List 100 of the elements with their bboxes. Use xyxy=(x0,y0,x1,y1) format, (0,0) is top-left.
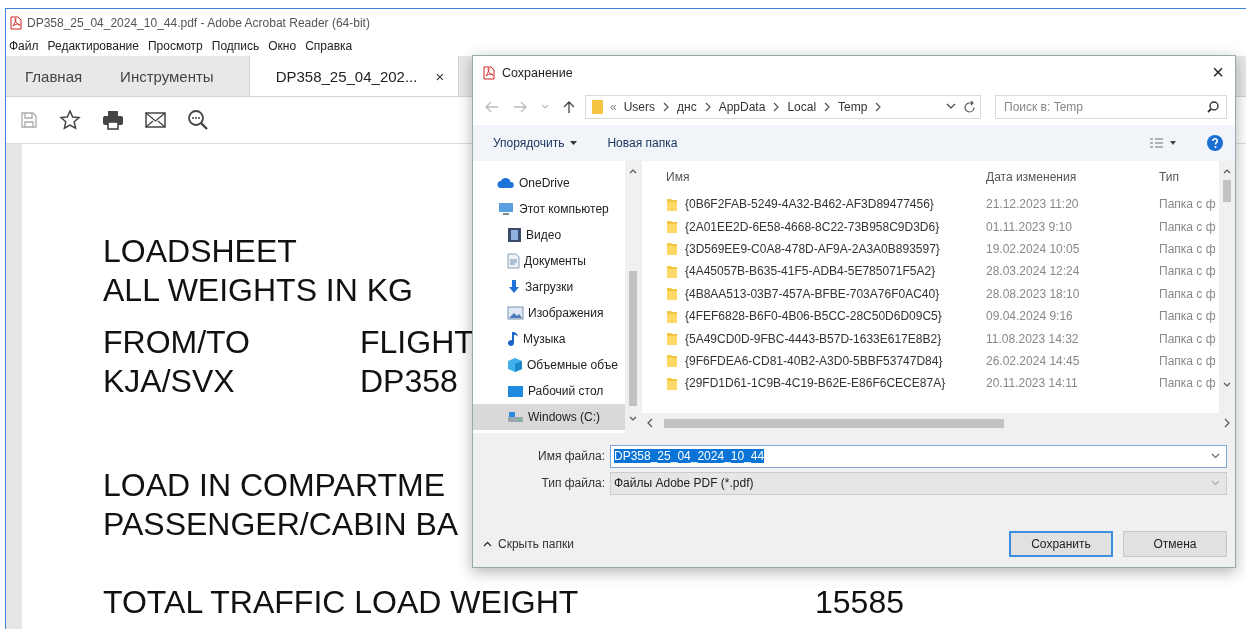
close-button[interactable]: × xyxy=(1201,56,1235,89)
menu-item[interactable]: Окно xyxy=(268,39,297,53)
folder-icon xyxy=(666,332,678,346)
document-text: ALL WEIGHTS IN KG xyxy=(103,271,413,310)
sidebar-item[interactable]: OneDrive xyxy=(473,170,625,196)
table-cell-text: 11.08.2023 14:32 xyxy=(986,331,1080,346)
new-folder-button[interactable]: Новая папка xyxy=(607,136,678,150)
menu-item[interactable]: Файл xyxy=(9,39,39,53)
sidebar-item[interactable]: Видео xyxy=(473,222,625,248)
tab[interactable]: Инструменты xyxy=(101,56,233,96)
search-icon xyxy=(1207,101,1219,113)
table-cell-text: 26.02.2024 14:45 xyxy=(986,353,1081,368)
file-name-field[interactable]: DP358_25_04_2024_10_44 xyxy=(610,444,1227,468)
file-name[interactable]: {9F6FDEA6-CD81-40B2-A3D0-5BBF53747D84} xyxy=(666,353,986,368)
path-overflow-icon[interactable]: « xyxy=(610,100,617,114)
file-name[interactable]: {4B8AA513-03B7-457A-BFBE-703A76F0AC40} xyxy=(666,286,986,301)
organize-button[interactable]: Упорядочить xyxy=(493,136,578,150)
up-arrow-icon[interactable] xyxy=(563,100,575,114)
menu-item[interactable]: Справка xyxy=(305,39,353,53)
table-cell-text: 28.08.2023 18:10 xyxy=(986,286,1081,301)
search-icon[interactable] xyxy=(187,109,209,131)
folder-icon xyxy=(666,220,678,234)
hide-folders-button[interactable]: Скрыть папки xyxy=(483,537,574,551)
chevron-right-icon xyxy=(703,102,712,112)
breadcrumb[interactable]: Local xyxy=(787,100,817,114)
folder-icon xyxy=(666,264,678,278)
table-cell-text: 09.04.2024 9:16 xyxy=(986,309,1074,324)
scrollbar-thumb[interactable] xyxy=(1223,180,1231,202)
field-label: Тип файла: xyxy=(540,476,606,490)
breadcrumb[interactable]: Temp xyxy=(838,100,868,114)
film-icon xyxy=(507,227,522,243)
chevron-down-icon xyxy=(1211,480,1220,486)
file-name[interactable]: {2A01EE2D-6E58-4668-8C22-73B958C9D3D6} xyxy=(666,219,986,234)
scroll-left-icon xyxy=(646,418,654,428)
mail-icon[interactable] xyxy=(145,112,166,128)
sidebar-item[interactable]: Windows (C:) xyxy=(473,404,625,430)
file-name[interactable]: {3D569EE9-C0A8-478D-AF9A-2A3A0B893597} xyxy=(666,241,986,256)
column-header[interactable]: Имя xyxy=(666,170,986,184)
breadcrumb[interactable]: AppData xyxy=(718,100,766,114)
chevron-right-icon xyxy=(823,102,832,112)
document-icon xyxy=(507,253,520,269)
desktop-icon xyxy=(507,384,524,398)
tab[interactable]: Главная xyxy=(6,56,102,96)
menu-item[interactable]: Подпись xyxy=(211,39,260,53)
file-name[interactable]: {4A45057B-B635-41F5-ADB4-5E785071F5A2} xyxy=(666,264,986,279)
download-icon xyxy=(507,279,521,295)
cloud-icon xyxy=(497,177,515,189)
scrollbar-thumb[interactable] xyxy=(664,418,1004,428)
document-text: TOTAL TRAFFIC LOAD WEIGHT xyxy=(103,583,579,622)
sidebar-item[interactable]: Музыка xyxy=(473,326,625,352)
save-button[interactable]: Сохранить xyxy=(1009,531,1113,557)
refresh-icon[interactable] xyxy=(963,100,976,114)
star-icon[interactable] xyxy=(59,109,81,131)
sidebar-item[interactable]: Загрузки xyxy=(473,274,625,300)
table-cell-text: Папка с ф xyxy=(1159,309,1217,324)
folder-icon xyxy=(666,376,678,390)
sidebar-item[interactable]: Изображения xyxy=(473,300,625,326)
table-cell-text: Папка с ф xyxy=(1159,353,1217,368)
folder-icon xyxy=(666,242,678,256)
menu-item[interactable]: Редактирование xyxy=(47,39,139,53)
scroll-right-icon xyxy=(1223,418,1231,428)
column-header[interactable]: Тип xyxy=(1159,170,1219,184)
folder-icon xyxy=(666,354,678,368)
table-cell-text: Папка с ф xyxy=(1159,241,1217,256)
file-type-dropdown[interactable]: Файлы Adobe PDF (*.pdf) xyxy=(610,471,1227,495)
file-name[interactable]: {4FEF6828-B6F0-4B06-B5CC-28C50D6D09C5} xyxy=(666,309,986,324)
view-options-icon[interactable] xyxy=(1149,137,1177,149)
sidebar-item[interactable]: Документы xyxy=(473,248,625,274)
print-icon[interactable] xyxy=(102,110,124,130)
close-tab-icon[interactable]: × xyxy=(435,67,445,85)
cancel-button[interactable]: Отмена xyxy=(1123,531,1227,557)
file-name[interactable]: {0B6F2FAB-5249-4A32-B462-AF3D89477456} xyxy=(666,197,986,212)
document-text: FLIGHT xyxy=(360,323,474,362)
monitor-icon xyxy=(497,202,515,216)
document-text: 15585 xyxy=(815,583,904,622)
column-header[interactable]: Дата изменения xyxy=(986,170,1159,184)
chevron-right-icon xyxy=(874,102,883,112)
menu-item[interactable]: Просмотр xyxy=(147,39,203,53)
sidebar-item[interactable]: Этот компьютер xyxy=(473,196,625,222)
chevron-down-icon[interactable] xyxy=(1211,453,1220,459)
chevron-up-icon xyxy=(483,541,492,547)
sidebar-item[interactable]: Рабочий стол xyxy=(473,378,625,404)
file-name[interactable]: {5A49CD0D-9FBC-4443-B57D-1633E617E8B2} xyxy=(666,331,986,346)
help-icon[interactable] xyxy=(1207,135,1223,151)
pdf-file-icon xyxy=(483,65,495,80)
table-cell-text: Папка с ф xyxy=(1159,197,1217,212)
document-text: PASSENGER/CABIN BA xyxy=(103,505,459,544)
scrollbar-thumb[interactable] xyxy=(629,271,637,406)
music-note-icon xyxy=(507,331,519,347)
file-name[interactable]: {29FD1D61-1C9B-4C19-B62E-E86F6CECE87A} xyxy=(666,376,986,391)
window-title: DP358_25_04_2024_10_44.pdf - Adobe Acrobat Reader (64-bit) xyxy=(27,15,370,30)
folder-icon xyxy=(666,287,678,301)
breadcrumb[interactable]: Users xyxy=(623,100,656,114)
search-field[interactable]: Поиск в: Temp xyxy=(995,95,1227,119)
sidebar-item[interactable]: Объемные объе xyxy=(473,352,625,378)
drive-icon xyxy=(507,410,524,424)
breadcrumb[interactable]: днс xyxy=(677,100,697,114)
table-cell-text: 01.11.2023 9:10 xyxy=(986,219,1073,234)
tab[interactable]: DP358_25_04_202... × xyxy=(248,56,460,96)
chevron-down-icon[interactable] xyxy=(946,103,956,111)
